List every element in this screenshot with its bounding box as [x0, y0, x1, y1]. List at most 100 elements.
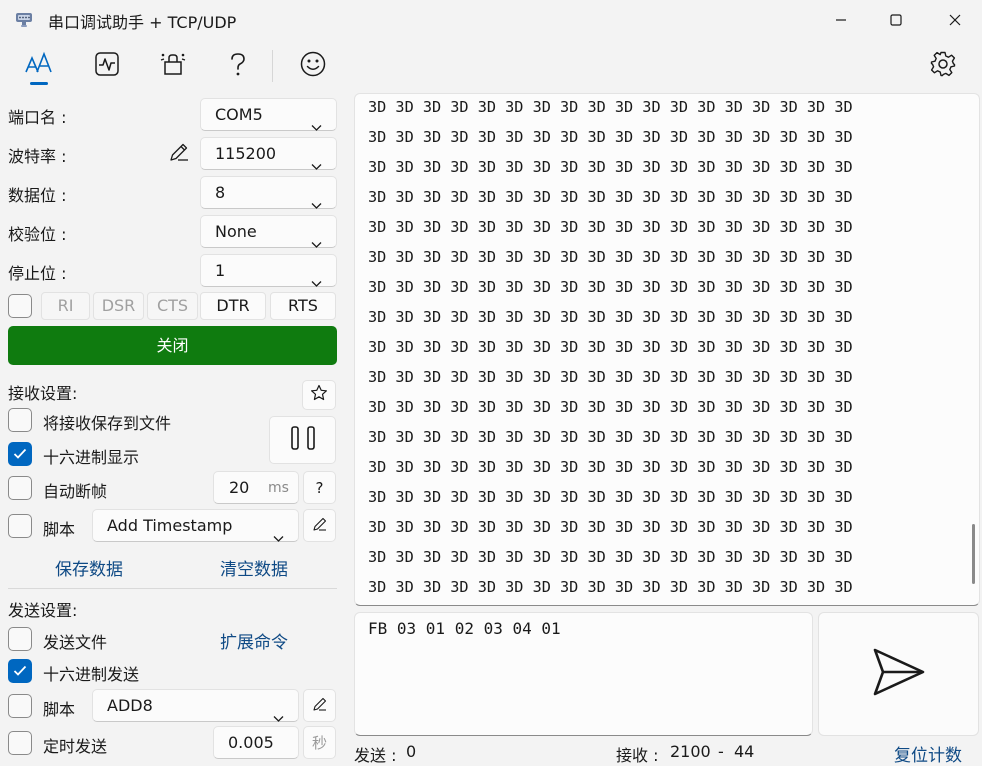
send-file-checkbox[interactable] [8, 627, 32, 651]
checkmark-icon [13, 448, 27, 459]
received-count-value: 2100 [670, 742, 711, 761]
auto-frame-value: 20 [229, 478, 250, 497]
dsr-indicator: DSR [93, 292, 144, 320]
pencil-icon [168, 143, 190, 167]
sent-count-value: 0 [406, 742, 417, 761]
checkmark-icon [13, 665, 27, 676]
send-file-label: 发送文件 [43, 633, 108, 652]
receive-script-checkbox[interactable] [8, 514, 32, 538]
star-icon [310, 384, 328, 406]
save-to-file-checkbox[interactable] [8, 408, 32, 432]
received-count-label: 接收 : [616, 746, 659, 765]
reset-count-link[interactable]: 复位计数 [894, 741, 962, 766]
receive-scrollbar[interactable] [972, 524, 975, 584]
maximize-icon [890, 11, 902, 30]
flow-control-checkbox[interactable] [8, 294, 32, 318]
close-button[interactable] [932, 0, 978, 40]
save-data-link[interactable]: 保存数据 [55, 555, 123, 580]
auto-frame-checkbox[interactable] [8, 476, 32, 500]
send-button[interactable] [818, 612, 979, 736]
help-button[interactable] [216, 46, 260, 86]
pencil-icon [312, 696, 328, 716]
help-icon [228, 51, 248, 81]
baud-rate-value: 115200 [215, 144, 277, 163]
data-bits-value: 8 [215, 183, 226, 202]
auto-frame-label: 自动断帧 [43, 482, 108, 501]
port-name-label: 端口名 : [8, 108, 67, 127]
receive-script-select[interactable]: Add Timestamp [92, 509, 299, 542]
toolbar-separator [272, 50, 273, 82]
port-value: COM5 [215, 105, 263, 124]
parity-value: None [215, 222, 257, 241]
waveform-icon [94, 51, 120, 81]
send-script-value: ADD8 [107, 696, 153, 715]
pencil-icon [312, 516, 328, 536]
send-script-checkbox[interactable] [8, 694, 32, 718]
hex-display-label: 十六进制显示 [43, 448, 140, 467]
timed-send-value: 0.005 [228, 733, 274, 752]
edit-baud-button[interactable] [168, 141, 190, 163]
receive-script-label: 脚本 [43, 520, 76, 539]
receive-script-value: Add Timestamp [107, 516, 233, 535]
clear-data-link[interactable]: 清空数据 [220, 555, 288, 580]
received-count-separator: - [718, 742, 724, 761]
extended-commands-link[interactable]: 扩展命令 [220, 628, 288, 653]
smiley-icon [299, 50, 327, 82]
timed-send-input[interactable]: 0.005 [213, 726, 299, 759]
serial-port-icon [14, 10, 34, 30]
rts-toggle[interactable]: RTS [270, 292, 336, 320]
timed-send-checkbox[interactable] [8, 731, 32, 755]
auto-frame-unit: ms [268, 480, 289, 496]
auto-frame-help-button[interactable]: ? [303, 471, 336, 504]
open-close-port-button[interactable]: 关闭 [8, 326, 337, 365]
timed-send-unit: 秒 [303, 726, 336, 759]
stop-bits-select[interactable]: 1 [200, 254, 337, 287]
minimize-button[interactable] [818, 0, 864, 40]
pause-button[interactable] [269, 416, 336, 464]
stop-bits-label: 停止位 : [8, 264, 67, 283]
plugins-icon [159, 50, 187, 82]
save-to-file-label: 将接收保存到文件 [43, 414, 172, 433]
auto-frame-input[interactable]: 20 ms [213, 471, 299, 504]
sent-count-label: 发送 : [354, 746, 397, 765]
text-format-icon [24, 51, 54, 81]
send-script-select[interactable]: ADD8 [92, 689, 299, 722]
chevron-down-icon [273, 522, 284, 553]
title-bar: 串口调试助手 + TCP/UDP [0, 0, 982, 40]
settings-button[interactable] [921, 46, 965, 86]
dtr-toggle[interactable]: DTR [200, 292, 266, 320]
stop-bits-value: 1 [215, 261, 226, 280]
data-bits-select[interactable]: 8 [200, 176, 337, 209]
edit-receive-script-button[interactable] [303, 509, 336, 542]
send-input[interactable]: FB 03 01 02 03 04 01 [354, 612, 813, 736]
send-icon [872, 647, 926, 701]
parity-select[interactable]: None [200, 215, 337, 248]
parity-label: 校验位 : [8, 225, 67, 244]
data-bits-label: 数据位 : [8, 186, 67, 205]
receive-text: 3D 3D 3D 3D 3D 3D 3D 3D 3D 3D 3D 3D 3D 3… [368, 98, 853, 596]
maximize-button[interactable] [873, 0, 919, 40]
settings-icon [929, 50, 957, 82]
section-divider [8, 588, 337, 589]
close-icon [949, 11, 961, 30]
feedback-button[interactable] [291, 46, 335, 86]
waveform-button[interactable] [85, 46, 129, 86]
send-settings-heading: 发送设置: [8, 601, 78, 620]
send-script-label: 脚本 [43, 700, 76, 719]
hex-send-label: 十六进制发送 [43, 665, 140, 684]
baud-rate-label: 波特率 : [8, 147, 67, 166]
cts-indicator: CTS [147, 292, 198, 320]
pause-icon [289, 425, 317, 455]
port-select[interactable]: COM5 [200, 98, 337, 131]
window-title: 串口调试助手 + TCP/UDP [48, 13, 237, 32]
hex-send-checkbox[interactable] [8, 659, 32, 683]
send-input-text: FB 03 01 02 03 04 01 [368, 619, 561, 638]
plugins-button[interactable] [151, 46, 195, 86]
hex-display-checkbox[interactable] [8, 442, 32, 466]
receive-text-area[interactable]: 3D 3D 3D 3D 3D 3D 3D 3D 3D 3D 3D 3D 3D 3… [354, 93, 980, 606]
edit-send-script-button[interactable] [303, 689, 336, 722]
baud-rate-select[interactable]: 115200 [200, 137, 337, 170]
favorite-button[interactable] [302, 380, 336, 410]
text-format-button[interactable] [17, 46, 61, 86]
ri-indicator: RI [41, 292, 90, 320]
